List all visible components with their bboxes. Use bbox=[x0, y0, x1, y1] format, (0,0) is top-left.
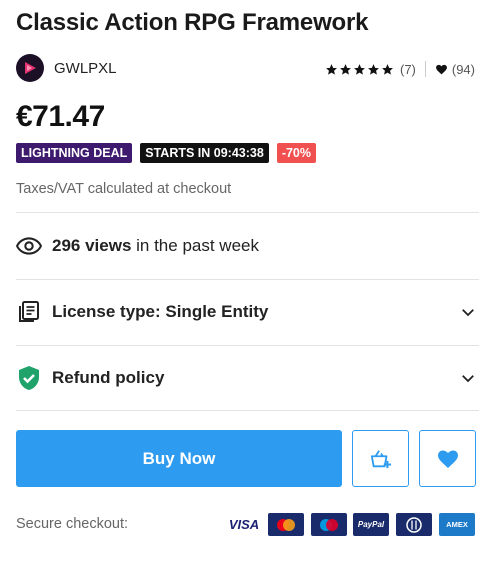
rating-separator bbox=[424, 61, 426, 77]
play-icon bbox=[25, 62, 36, 74]
maestro-logo bbox=[311, 513, 347, 536]
product-title: Classic Action RPG Framework bbox=[16, 9, 369, 36]
diners-club-logo bbox=[396, 513, 432, 536]
views-suffix: in the past week bbox=[131, 236, 259, 255]
refund-row[interactable]: Refund policy bbox=[16, 365, 479, 391]
countdown-badge: STARTS IN 09:43:38 bbox=[140, 143, 269, 163]
price: €71.47 bbox=[16, 100, 105, 133]
wishlist-button[interactable] bbox=[419, 430, 476, 487]
shield-check-icon bbox=[16, 365, 42, 391]
heart-icon bbox=[435, 64, 447, 74]
views-text: 296 views in the past week bbox=[52, 236, 259, 256]
chevron-down-icon[interactable] bbox=[459, 303, 477, 321]
star-rating bbox=[325, 63, 394, 76]
star-icon bbox=[326, 63, 337, 75]
refund-label: Refund policy bbox=[52, 368, 165, 387]
divider bbox=[16, 279, 479, 280]
visa-logo: VISA bbox=[228, 517, 260, 532]
paypal-logo: PayPal bbox=[353, 513, 389, 536]
publisher-logo[interactable] bbox=[16, 54, 44, 82]
eye-icon bbox=[16, 233, 42, 259]
license-row[interactable]: License type: Single Entity bbox=[16, 299, 479, 325]
views-count: 296 views bbox=[52, 236, 132, 255]
publisher[interactable]: GWLPXL bbox=[16, 54, 117, 82]
license-label: License type: Single Entity bbox=[52, 302, 269, 321]
chevron-down-icon[interactable] bbox=[459, 369, 477, 387]
views-row: 296 views in the past week bbox=[16, 233, 479, 259]
star-icon bbox=[382, 63, 393, 75]
tax-note: Taxes/VAT calculated at checkout bbox=[16, 181, 232, 197]
star-icon bbox=[340, 63, 351, 75]
publisher-name[interactable]: GWLPXL bbox=[54, 60, 117, 77]
lightning-deal-badge: LIGHTNING DEAL bbox=[16, 143, 133, 163]
favorites-count: (94) bbox=[451, 61, 475, 77]
divider bbox=[16, 410, 479, 411]
discount-badge: -70% bbox=[276, 143, 316, 163]
license-document-icon bbox=[16, 299, 42, 325]
add-to-cart-button[interactable] bbox=[352, 430, 409, 487]
deal-badges: LIGHTNING DEAL STARTS IN 09:43:38 -70% bbox=[16, 143, 316, 163]
mastercard-logo bbox=[268, 513, 304, 536]
star-icon bbox=[368, 63, 379, 75]
divider bbox=[16, 345, 479, 346]
amex-logo: AMEX bbox=[439, 513, 475, 536]
rating-summary[interactable]: (7) (94) bbox=[325, 61, 475, 77]
basket-plus-icon bbox=[370, 449, 391, 468]
heart-icon bbox=[437, 450, 458, 468]
divider bbox=[16, 212, 479, 213]
star-icon bbox=[354, 63, 365, 75]
buy-now-button[interactable]: Buy Now bbox=[16, 430, 342, 487]
secure-checkout-label: Secure checkout: bbox=[16, 516, 129, 532]
rating-count: (7) bbox=[399, 61, 416, 77]
